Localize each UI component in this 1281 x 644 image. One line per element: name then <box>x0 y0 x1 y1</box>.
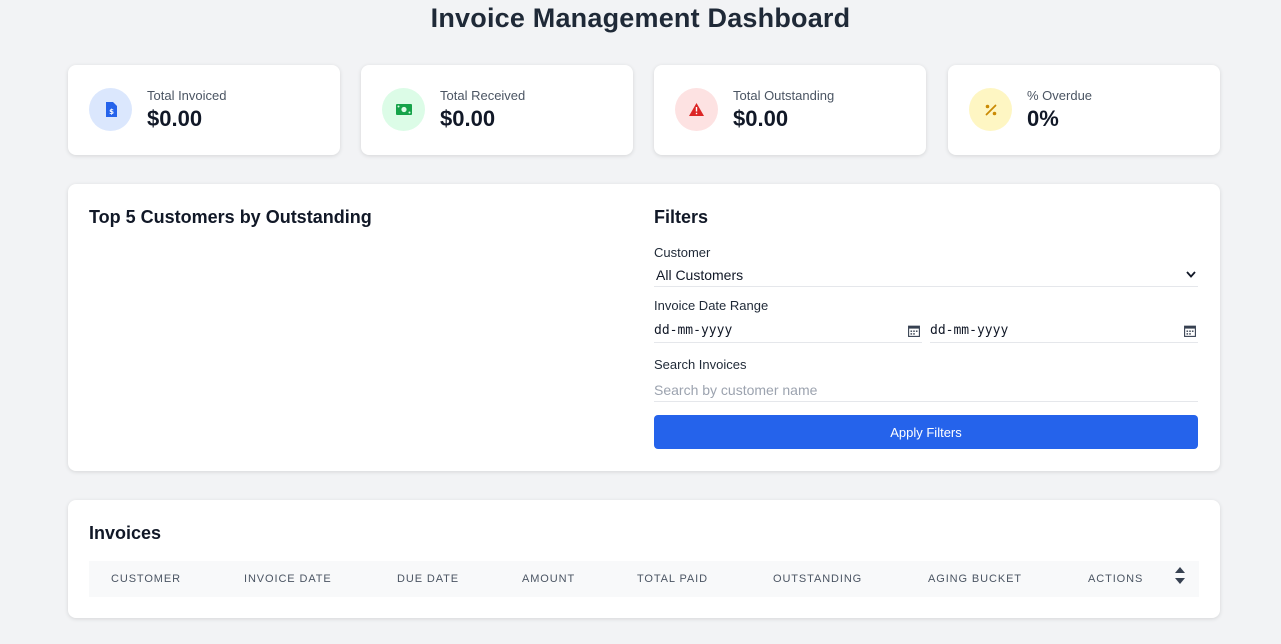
search-label: Search Invoices <box>654 357 747 372</box>
apply-filters-button[interactable]: Apply Filters <box>654 415 1198 449</box>
date-to-value: dd-mm-yyyy <box>930 323 1009 338</box>
stat-label: Total Outstanding <box>733 88 835 103</box>
stat-value: $0.00 <box>440 106 496 131</box>
column-header-total-paid[interactable]: TOTAL PAID <box>637 573 708 585</box>
stat-label: Total Invoiced <box>147 88 227 103</box>
date-from-input[interactable]: dd-mm-yyyy <box>654 319 922 343</box>
stat-card-total-invoiced: $ Total Invoiced $0.00 <box>68 65 340 155</box>
stat-card-total-outstanding: Total Outstanding $0.00 <box>654 65 926 155</box>
page-title: Invoice Management Dashboard <box>430 3 851 33</box>
date-to-input[interactable]: dd-mm-yyyy <box>930 319 1198 343</box>
customer-select-value: All Customers <box>656 266 744 283</box>
column-header-invoice-date[interactable]: INVOICE DATE <box>244 573 332 585</box>
invoices-card: Invoices CUSTOMER INVOICE DATE DUE DATE … <box>68 500 1220 618</box>
column-header-due-date[interactable]: DUE DATE <box>397 573 459 585</box>
filters-title: Filters <box>654 207 709 227</box>
chevron-down-icon <box>1186 271 1198 278</box>
calendar-icon[interactable] <box>908 325 922 337</box>
stat-label: % Overdue <box>1027 88 1093 103</box>
stat-label: Total Received <box>440 88 526 103</box>
invoices-table-header: CUSTOMER INVOICE DATE DUE DATE AMOUNT TO… <box>89 561 1199 597</box>
column-header-outstanding[interactable]: OUTSTANDING <box>773 573 862 585</box>
column-header-customer[interactable]: CUSTOMER <box>111 573 181 585</box>
money-bill-icon <box>382 88 425 131</box>
column-header-amount[interactable]: AMOUNT <box>522 573 575 585</box>
stat-value: $0.00 <box>733 106 789 131</box>
stat-value: 0% <box>1027 106 1059 131</box>
customer-label: Customer <box>654 245 711 260</box>
stat-card-total-received: Total Received $0.00 <box>361 65 633 155</box>
stat-value: $0.00 <box>147 106 203 131</box>
date-range-label: Invoice Date Range <box>654 298 769 313</box>
invoice-dollar-icon: $ <box>89 88 132 131</box>
search-placeholder: Search by customer name <box>654 381 818 398</box>
customer-select[interactable]: All Customers <box>654 263 1198 287</box>
chart-title: Top 5 Customers by Outstanding <box>89 207 372 227</box>
date-from-value: dd-mm-yyyy <box>654 323 733 338</box>
warning-triangle-icon <box>675 88 718 131</box>
invoices-title: Invoices <box>89 523 162 543</box>
svg-text:$: $ <box>109 108 114 116</box>
column-header-actions[interactable]: ACTIONS <box>1088 573 1143 585</box>
stat-card-percent-overdue: % Overdue 0% <box>948 65 1220 155</box>
search-input[interactable]: Search by customer name <box>654 378 1198 402</box>
sort-arrows-icon[interactable] <box>1175 567 1185 584</box>
calendar-icon[interactable] <box>1184 325 1198 337</box>
top-customers-chart-area <box>89 240 619 450</box>
column-header-aging-bucket[interactable]: AGING BUCKET <box>928 573 1022 585</box>
percent-icon <box>969 88 1012 131</box>
chart-filters-card: Top 5 Customers by Outstanding Filters C… <box>68 184 1220 471</box>
